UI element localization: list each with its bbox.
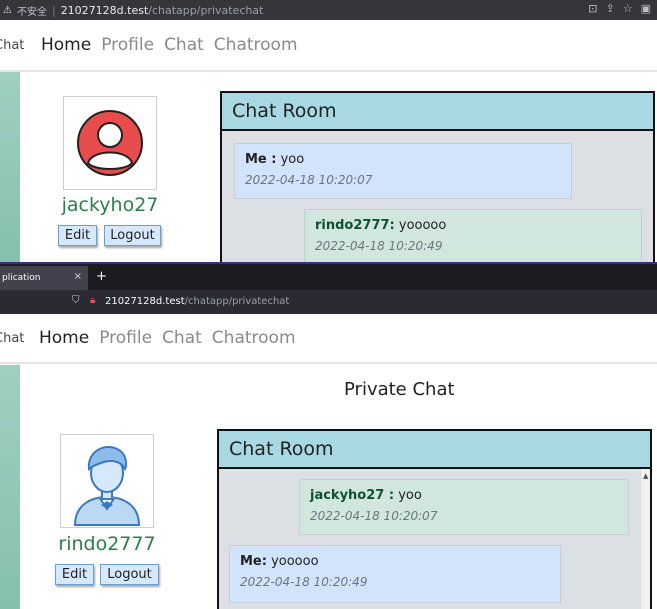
tab-strip: plication × +: [0, 262, 657, 290]
warning-icon: ⚠: [3, 4, 12, 16]
chat-message: Me : yoo 2022-04-18 10:20:07: [234, 143, 572, 199]
message-timestamp: 2022-04-18 10:20:07: [245, 173, 373, 187]
message-sender: Me:: [240, 554, 267, 569]
url-host: 21027128d.test: [60, 3, 149, 17]
profile-icon[interactable]: ▣: [641, 2, 651, 15]
tab-title: plication: [2, 273, 41, 283]
share-icon[interactable]: ⇪: [606, 2, 615, 15]
message-timestamp: 2022-04-18 10:20:49: [240, 575, 368, 589]
message-sender: jackyho27 :: [310, 488, 395, 503]
star-icon[interactable]: ☆: [623, 2, 633, 15]
address-bar[interactable]: ⛉ 🔒︎ 21027128d.test/chatapp/privatechat: [0, 290, 657, 314]
left-decoration: [0, 365, 20, 609]
navbar: Chat Home Profile Chat Chatroom: [0, 20, 657, 72]
chat-room-title: Chat Room: [219, 431, 650, 469]
url-path: /chatapp/privatechat: [148, 3, 264, 17]
avatar: [63, 96, 157, 190]
nav-home[interactable]: Home: [39, 328, 89, 348]
address-bar[interactable]: ⚠ 不安全 | 21027128d.test/chatapp/privatech…: [0, 0, 657, 20]
shield-icon[interactable]: ⛉: [72, 295, 80, 306]
nav-chat[interactable]: Chat: [162, 328, 202, 348]
lock-icon[interactable]: 🔒︎: [90, 295, 95, 306]
chat-scrollbar[interactable]: ▲: [640, 469, 650, 609]
navbar-brand[interactable]: Chat: [0, 38, 24, 53]
avatar: [60, 434, 154, 528]
user-avatar-red-icon: [77, 110, 143, 176]
page-title: Private Chat: [344, 379, 455, 400]
insecure-label: 不安全: [16, 6, 47, 18]
message-sender: Me :: [245, 152, 277, 167]
message-text: yooooo: [266, 554, 319, 569]
navbar: Chat Home Profile Chat Chatroom: [0, 314, 657, 364]
nav-profile[interactable]: Profile: [101, 35, 154, 55]
scroll-up-icon[interactable]: ▲: [643, 472, 648, 480]
chat-message: jackyho27 : yoo 2022-04-18 10:20:07: [299, 479, 629, 535]
translate-icon[interactable]: ⊡: [588, 2, 597, 15]
message-text: yoo: [394, 488, 422, 503]
nav-chat[interactable]: Chat: [164, 35, 204, 55]
url-path: /chatapp/privatechat: [184, 296, 290, 307]
nav-profile[interactable]: Profile: [99, 328, 152, 348]
profile-username: rindo2777: [58, 533, 156, 555]
page-content: Private Chat rindo2777 Edit Logout Chat …: [0, 365, 657, 609]
nav-chatroom[interactable]: Chatroom: [212, 328, 296, 348]
profile-username: jackyho27: [61, 194, 159, 216]
top-browser-window: ⚠ 不安全 | 21027128d.test/chatapp/privatech…: [0, 0, 657, 262]
logout-button[interactable]: Logout: [100, 564, 159, 585]
bottom-browser-window: plication × + ⛉ 🔒︎ 21027128d.test/chatap…: [0, 262, 657, 609]
new-tab-button[interactable]: +: [96, 269, 107, 284]
chat-message: Me: yooooo 2022-04-18 10:20:49: [229, 545, 561, 603]
logout-button[interactable]: Logout: [104, 225, 161, 246]
message-text: yooooo: [394, 218, 447, 233]
url-host: 21027128d.test: [105, 296, 185, 307]
chat-room-title: Chat Room: [222, 93, 653, 131]
chat-room: Chat Room ▲ jackyho27 : yoo 2022-04-18 1…: [217, 429, 652, 609]
message-timestamp: 2022-04-18 10:20:07: [310, 509, 438, 523]
message-text: yoo: [276, 152, 305, 167]
nav-chatroom[interactable]: Chatroom: [214, 35, 298, 55]
browser-tab[interactable]: plication ×: [0, 266, 88, 290]
edit-button[interactable]: Edit: [55, 564, 94, 585]
close-icon[interactable]: ×: [74, 271, 82, 282]
navbar-brand[interactable]: Chat: [0, 331, 24, 346]
message-sender: rindo2777:: [315, 218, 395, 233]
message-timestamp: 2022-04-18 10:20:49: [315, 239, 443, 253]
address-separator: |: [51, 3, 56, 17]
nav-home[interactable]: Home: [41, 35, 91, 55]
chat-room: Chat Room Me : yoo 2022-04-18 10:20:07 r…: [220, 91, 655, 262]
page-content: jackyho27 Edit Logout Chat Room Me : yoo…: [0, 72, 657, 262]
left-decoration: [0, 72, 20, 262]
edit-button[interactable]: Edit: [58, 225, 97, 246]
user-avatar-blue-icon: [73, 446, 141, 526]
chat-message: rindo2777: yooooo 2022-04-18 10:20:49: [304, 209, 642, 262]
